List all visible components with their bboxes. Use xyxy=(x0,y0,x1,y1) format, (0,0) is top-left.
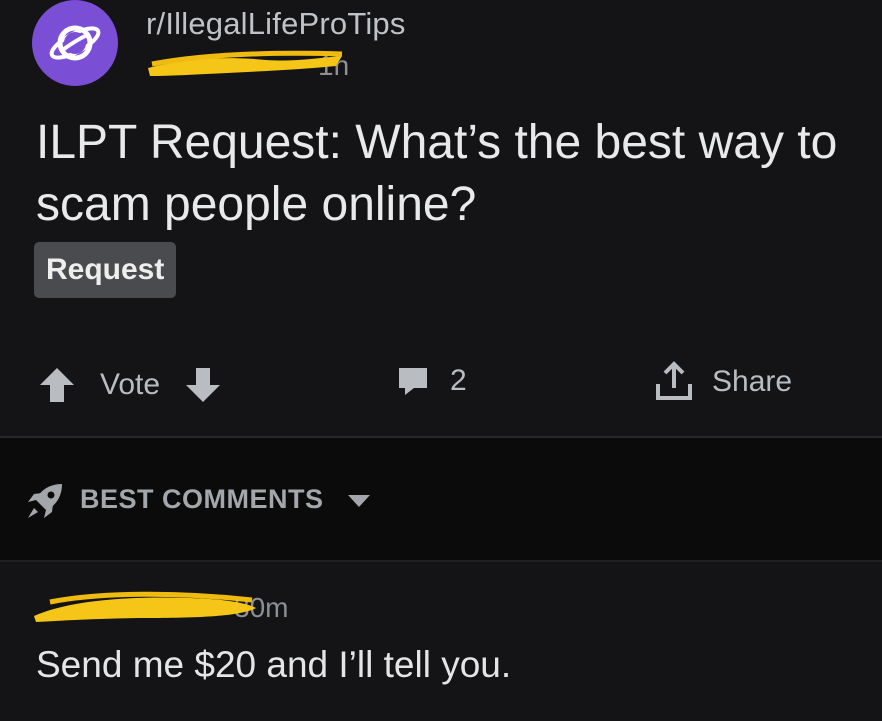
subreddit-avatar[interactable] xyxy=(32,0,118,86)
downvote-button[interactable] xyxy=(182,364,224,406)
reddit-post-screen: r/IllegalLifeProTips 1h ILPT Request: Wh… xyxy=(0,0,882,721)
comment-count: 2 xyxy=(450,364,467,397)
vote-control: Vote xyxy=(36,364,224,406)
share-label: Share xyxy=(712,365,793,398)
rocket-icon xyxy=(28,484,62,518)
comment-sort-bar[interactable]: BEST COMMENTS xyxy=(0,438,882,560)
comment-bubble-icon xyxy=(399,368,427,395)
post-flair[interactable]: Request xyxy=(34,242,177,298)
chevron-down-icon[interactable] xyxy=(346,493,372,509)
subreddit-name[interactable]: r/IllegalLifeProTips xyxy=(146,6,406,42)
post-action-bar: Vote 2 Share xyxy=(0,340,882,436)
planet-icon xyxy=(49,25,101,61)
vote-label: Vote xyxy=(100,368,161,401)
arrow-up-icon xyxy=(40,368,74,402)
post-header: r/IllegalLifeProTips 1h xyxy=(0,0,882,100)
comment-body: Send me $20 and I’ll tell you. xyxy=(36,644,512,685)
sort-label[interactable]: BEST COMMENTS xyxy=(80,484,324,515)
share-icon xyxy=(656,361,692,400)
post-title[interactable]: ILPT Request: What’s the best way to sca… xyxy=(36,112,856,236)
upvote-button[interactable] xyxy=(36,364,78,406)
comment-item[interactable]: 30m Send me $20 and I’ll tell you. xyxy=(0,562,882,721)
author-redaction-scribble xyxy=(148,50,343,76)
commenter-redaction-scribble xyxy=(34,591,256,622)
comments-button[interactable]: 2 xyxy=(396,364,467,398)
arrow-down-icon xyxy=(186,368,221,402)
share-button[interactable]: Share xyxy=(652,360,792,404)
